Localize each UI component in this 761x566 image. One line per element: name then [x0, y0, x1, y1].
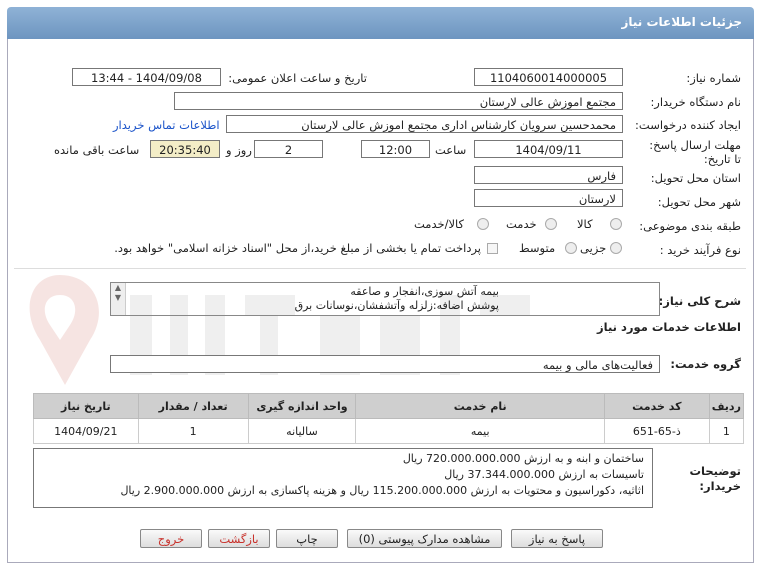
announce-datetime-field: 1404/09/08 - 13:44 — [72, 68, 221, 86]
city-field: لارستان — [474, 189, 623, 207]
deadline-time-field: 12:00 — [361, 140, 430, 158]
deadline-date-field: 1404/09/11 — [474, 140, 623, 158]
summary-scrollbar[interactable]: ▲ ▼ — [111, 283, 126, 315]
need-number-label: شماره نیاز: — [686, 71, 741, 85]
title-bar: جزئیات اطلاعات نیاز — [7, 7, 754, 39]
service-group-field: فعالیت‌های مالی و بیمه — [110, 355, 660, 373]
notes-line-3: اثاثیه، دکوراسیون و محتویات به ارزش 115.… — [120, 484, 644, 497]
radio-medium[interactable] — [565, 242, 577, 254]
summary-textarea[interactable]: بیمه آتش سوزی،انفجار و صاعقه پوشش اضافه:… — [110, 282, 660, 316]
process-label: نوع فرآیند خرید : — [659, 243, 741, 257]
radio-goods-service-label: کالا/خدمت — [414, 217, 465, 231]
exit-button[interactable]: خروج — [140, 529, 202, 548]
services-table: ردیف کد خدمت نام خدمت واحد اندازه گیری ت… — [33, 393, 745, 444]
table-header-row: ردیف کد خدمت نام خدمت واحد اندازه گیری ت… — [33, 393, 745, 419]
cell-quantity: 1 — [137, 418, 249, 444]
creator-label: ایجاد کننده درخواست: — [635, 118, 741, 132]
col-unit: واحد اندازه گیری — [247, 393, 357, 419]
cell-row: 1 — [708, 418, 745, 444]
back-button[interactable]: بازگشت — [208, 529, 270, 548]
service-group-label: گروه خدمت: — [670, 357, 741, 371]
cell-service-code: ذ-65-651 — [604, 418, 710, 444]
attachments-button[interactable]: مشاهده مدارک پیوستی (0) — [347, 529, 502, 548]
announce-label: تاریخ و ساعت اعلان عمومی: — [228, 71, 367, 85]
payment-note: پرداخت تمام یا بخشی از مبلغ خرید،از محل … — [114, 241, 481, 255]
radio-service[interactable] — [545, 218, 557, 230]
cell-unit: سالیانه — [247, 418, 357, 444]
cell-service-name: بیمه — [355, 418, 606, 444]
deadline-time-label: ساعت — [435, 143, 467, 157]
divider — [14, 268, 746, 269]
col-row: ردیف — [708, 393, 745, 419]
radio-goods-label: کالا — [577, 217, 593, 231]
reply-button[interactable]: پاسخ به نیاز — [511, 529, 603, 548]
radio-service-label: خدمت — [506, 217, 537, 231]
radio-goods[interactable] — [610, 218, 622, 230]
summary-line-1: بیمه آتش سوزی،انفجار و صاعقه — [350, 285, 499, 298]
radio-goods-service[interactable] — [477, 218, 489, 230]
deadline-label: مهلت ارسال پاسخ: تا تاریخ: — [649, 138, 741, 166]
notes-line-1: ساختمان و ابنه و به ارزش 720.000.000.000… — [402, 452, 644, 465]
summary-label: شرح کلی نیاز: — [658, 294, 741, 308]
buyer-org-field: مجتمع اموزش عالی لارستان — [174, 92, 623, 110]
days-remaining-field: 2 — [254, 140, 323, 158]
radio-medium-label: متوسط — [519, 241, 556, 255]
notes-label: توضیحات خریدار: — [689, 464, 742, 493]
remaining-time-field: 20:35:40 — [150, 140, 220, 158]
services-section-title: اطلاعات خدمات مورد نیاز — [597, 320, 741, 334]
buyer-notes-textarea[interactable]: ساختمان و ابنه و به ارزش 720.000.000.000… — [33, 448, 653, 508]
city-label: شهر محل تحویل: — [657, 195, 741, 209]
province-field: فارس — [474, 166, 623, 184]
page-title: جزئیات اطلاعات نیاز — [621, 15, 742, 29]
radio-partial-label: جزیی — [580, 241, 607, 255]
radio-partial[interactable] — [610, 242, 622, 254]
days-label: روز و — [226, 143, 252, 157]
summary-line-2: پوشش اضافه:زلزله وآتشفشان،نوسانات برق — [294, 299, 499, 312]
treasury-checkbox[interactable] — [487, 243, 498, 254]
scroll-up-icon[interactable]: ▲ — [111, 283, 125, 293]
province-label: استان محل تحویل: — [650, 171, 741, 185]
col-service-name: نام خدمت — [355, 393, 606, 419]
remaining-label: ساعت باقی مانده — [54, 143, 140, 157]
notes-line-2: تاسیسات به ارزش 37.344.000.000 ریال — [444, 468, 644, 481]
table-row: 1 ذ-65-651 بیمه سالیانه 1 1404/09/21 — [33, 418, 745, 444]
print-button[interactable]: چاپ — [276, 529, 338, 548]
creator-field: محمدحسین سرویان کارشناس اداری مجتمع اموز… — [226, 115, 623, 133]
buyer-contact-link[interactable]: اطلاعات تماس خریدار — [113, 118, 220, 132]
buyer-org-label: نام دستگاه خریدار: — [650, 95, 741, 109]
col-service-code: کد خدمت — [604, 393, 710, 419]
scroll-down-icon[interactable]: ▼ — [111, 293, 125, 303]
col-need-date: تاریخ نیاز — [33, 393, 139, 419]
need-number-field: 1104060014000005 — [474, 68, 623, 86]
category-label: طبقه بندی موضوعی: — [639, 219, 741, 233]
need-details-page: جزئیات اطلاعات نیاز شماره نیاز: 11040600… — [0, 0, 761, 566]
col-quantity: تعداد / مقدار — [137, 393, 249, 419]
cell-need-date: 1404/09/21 — [33, 418, 139, 444]
